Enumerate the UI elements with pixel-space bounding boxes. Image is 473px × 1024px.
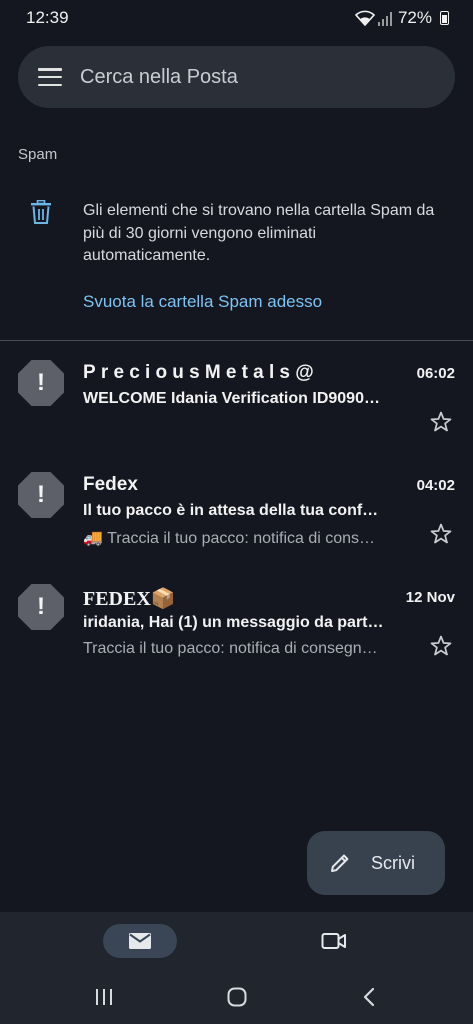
mail-subject: iridania, Hai (1) un messaggio da part… [83, 614, 384, 631]
mail-sender: FEDEX📦 [83, 588, 176, 610]
mail-sender: PreciousMetals@ [83, 362, 319, 383]
mail-time: 12 Nov [405, 589, 455, 606]
mail-row[interactable]: ! Fedex 04:02 Il tuo pacco è in attesa d… [0, 472, 473, 582]
compose-button[interactable]: Scrivi [307, 831, 445, 895]
wifi-icon [354, 10, 375, 26]
nav-meet-tab[interactable] [310, 924, 358, 958]
spam-info-text: Gli elementi che si trovano nella cartel… [83, 202, 435, 264]
search-placeholder[interactable]: Cerca nella Posta [80, 66, 238, 89]
bottom-nav [0, 912, 473, 970]
cell-signal-icon [377, 12, 392, 26]
system-nav [0, 970, 473, 1024]
trash-icon [31, 200, 51, 224]
spam-avatar: ! [18, 472, 64, 518]
star-icon[interactable] [429, 634, 453, 658]
search-bar[interactable]: Cerca nella Posta [18, 46, 455, 108]
folder-label: Spam [18, 146, 58, 163]
menu-icon[interactable] [38, 68, 62, 86]
mail-icon [129, 933, 151, 949]
mail-snippet: 🚚 Traccia il tuo pacco: notifica di cons… [83, 530, 376, 547]
mail-snippet: Traccia il tuo pacco: notifica di conseg… [83, 640, 378, 657]
compose-label: Scrivi [371, 852, 415, 873]
signal-icons [354, 10, 392, 26]
status-right: 72% [354, 8, 449, 28]
mail-subject: Il tuo pacco è in attesa della tua conf… [83, 502, 379, 519]
battery-percent: 72% [397, 8, 432, 27]
empty-spam-link[interactable]: Svuota la cartella Spam adesso [83, 292, 322, 312]
mail-sender: Fedex [83, 474, 138, 495]
mail-subject: WELCOME Idania Verification ID9090… [83, 390, 380, 407]
status-time: 12:39 [26, 8, 69, 27]
mail-row[interactable]: ! PreciousMetals@ 06:02 WELCOME Idania V… [0, 360, 473, 470]
mail-row[interactable]: ! FEDEX📦 12 Nov iridania, Hai (1) un mes… [0, 584, 473, 694]
spam-avatar: ! [18, 360, 64, 406]
star-icon[interactable] [429, 522, 453, 546]
home-icon[interactable] [225, 985, 249, 1009]
mail-time: 06:02 [416, 365, 455, 382]
back-icon[interactable] [358, 985, 382, 1009]
spam-avatar: ! [18, 584, 64, 630]
battery-icon [440, 11, 449, 25]
status-bar: 12:39 72% [0, 0, 473, 36]
recent-apps-icon[interactable] [92, 985, 116, 1009]
divider [0, 340, 473, 341]
mail-time: 04:02 [416, 477, 455, 494]
star-icon[interactable] [429, 410, 453, 434]
pencil-icon [331, 854, 349, 872]
video-camera-icon [321, 933, 346, 949]
nav-mail-tab[interactable] [103, 924, 177, 958]
